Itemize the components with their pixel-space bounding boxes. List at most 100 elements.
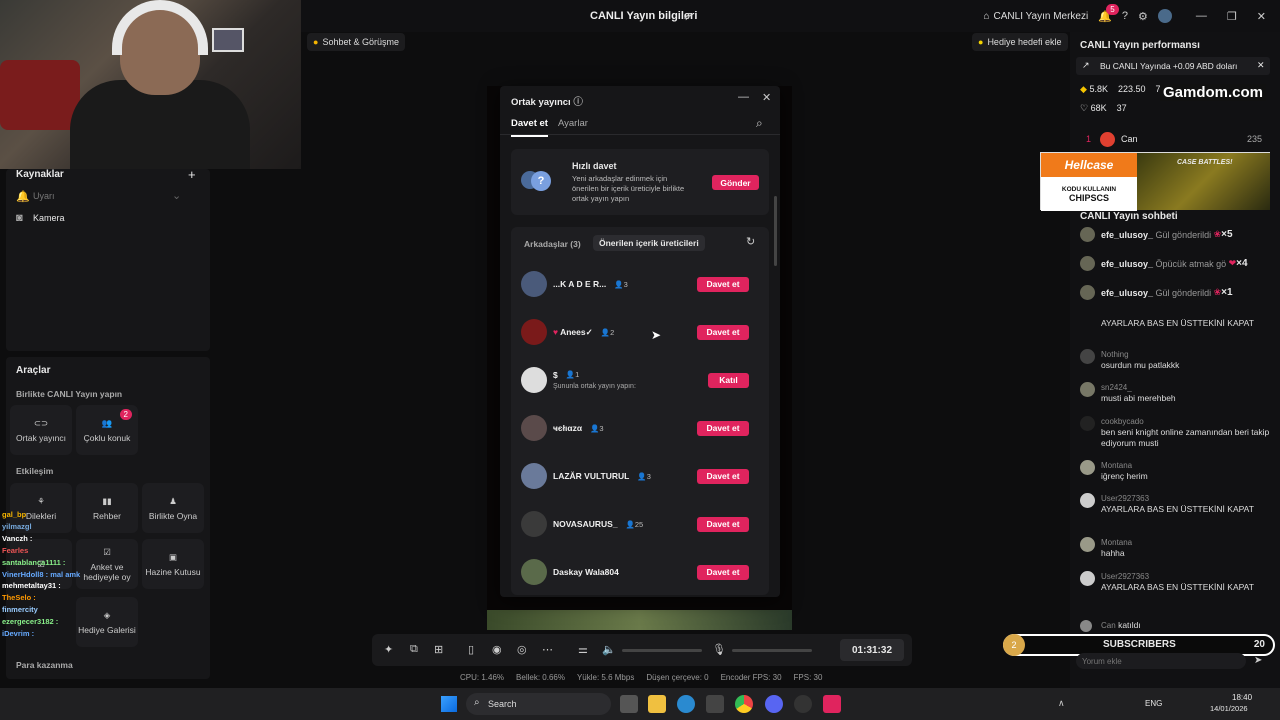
book-icon: ▮▮ [102, 495, 112, 506]
user-count: 👤3 [614, 279, 628, 289]
chevron-up-icon[interactable]: ∧ [1058, 698, 1065, 709]
gift-gallery-button[interactable]: ◈ Hediye Galerisi [76, 597, 138, 647]
app-icon[interactable] [794, 695, 812, 713]
source-alert[interactable]: Uyarı [33, 191, 55, 201]
invite-button[interactable]: Davet et [697, 468, 749, 484]
chat-message: Nothing osurdun mu patlakkk [1080, 349, 1270, 371]
chat-message: Montana hahha [1080, 537, 1270, 559]
treasure-box-button[interactable]: ▣ Hazine Kutusu [142, 539, 204, 589]
guide-button[interactable]: ▮▮ Rehber [76, 483, 138, 533]
chat-line: Fearles [2, 545, 29, 555]
search-icon[interactable]: ⌕ [756, 116, 763, 131]
earnings-banner: ↗ Bu CANLI Yayında +0.09 ABD doları ✕ [1076, 57, 1270, 75]
sliders-icon[interactable]: ⚌ [578, 643, 588, 656]
cohost-button[interactable]: ⊂⊃ Ortak yayıncı [10, 405, 72, 455]
invite-button[interactable]: Davet et [697, 324, 749, 340]
more-icon[interactable]: ⋯ [542, 643, 553, 656]
multi-badge: 2 [119, 409, 132, 420]
send-icon[interactable]: ➤ [1254, 655, 1262, 666]
scrollbar[interactable] [774, 196, 777, 266]
search-icon: ⌕ [474, 697, 480, 708]
chat-message: User2927363 AYARLARA BAS EN ÜSTTEKİNİ KAP… [1080, 493, 1270, 515]
layout-icon[interactable]: ⊞ [434, 643, 443, 656]
close-icon[interactable]: ✕ [762, 91, 771, 104]
join-button[interactable]: Katıl [708, 372, 749, 388]
rose-icon: ❀ [1213, 229, 1222, 239]
gift-goal-chip[interactable]: ● Hediye hedefi ekle [972, 33, 1068, 51]
webcam-feed [0, 0, 301, 169]
encoder-fps-stat: Encoder FPS: 30 [720, 673, 782, 682]
list-item: ...K A D E R... 👤3 Davet et [521, 269, 759, 299]
avatar [521, 367, 547, 393]
chat-line: santablanca1111 : [2, 557, 66, 567]
people-icon: 👥 [101, 417, 113, 428]
avatar[interactable] [1157, 9, 1172, 23]
invite-button[interactable]: Davet et [697, 420, 749, 436]
tools-title: Araçlar [16, 365, 51, 376]
magic-icon[interactable]: ✦ [384, 643, 393, 656]
live-center-button[interactable]: ⌂ CANLI Yayın Merkezi [983, 11, 1088, 22]
taskbar-search[interactable]: ⌕ Search [466, 693, 611, 715]
avatar [521, 559, 547, 585]
stats-bar: CPU: 1.46% Bellek: 0.66% Yükle: 5.6 Mbps… [460, 673, 822, 682]
stream-info-title[interactable]: CANLI Yayın bilgileri [590, 10, 697, 22]
discord-icon[interactable] [765, 695, 783, 713]
record-icon[interactable]: ◉ [492, 643, 502, 656]
user-count: 👤2 [600, 327, 615, 337]
multi-guest-button[interactable]: 👥 Çoklu konuk 2 [76, 405, 138, 455]
memory-stat: Bellek: 0.66% [516, 673, 565, 682]
bell-icon[interactable]: 🔔 5 [1098, 3, 1119, 23]
creator-list: Arkadaşlar (3) Önerilen içerik üreticile… [511, 227, 769, 595]
close-icon[interactable]: ✕ [1257, 10, 1266, 23]
phone-icon[interactable]: ▯ [468, 643, 474, 656]
chat-message: cookbycado ben seni knight online zamanın… [1080, 416, 1270, 449]
send-button[interactable]: Gönder [712, 175, 759, 190]
invite-button[interactable]: Davet et [697, 564, 749, 580]
store-icon[interactable] [706, 695, 724, 713]
chat-icon: ● [313, 37, 319, 47]
invite-button[interactable]: Davet et [697, 516, 749, 532]
chat-chip[interactable]: ● Sohbet & Görüşme [307, 33, 405, 51]
source-camera[interactable]: Kamera [33, 213, 65, 223]
poll-gift-button[interactable]: ☑ Anket ve hediyeyle oy [76, 539, 138, 589]
clock-date: 14/01/2026 [1210, 704, 1248, 713]
close-icon[interactable]: ✕ [1257, 60, 1265, 71]
mic-slider[interactable] [732, 649, 812, 652]
home-icon: ⌂ [983, 10, 990, 22]
tab-friends[interactable]: Arkadaşlar (3) [524, 239, 581, 249]
chrome-icon[interactable] [735, 695, 753, 713]
add-icon[interactable]: + [188, 167, 196, 182]
task-view-icon[interactable] [620, 695, 638, 713]
minimize-icon[interactable]: — [738, 91, 749, 103]
edge-icon[interactable] [677, 695, 695, 713]
section-title: Para kazanma [16, 660, 73, 670]
volume-slider[interactable] [622, 649, 702, 652]
minimize-icon[interactable]: — [1196, 10, 1207, 22]
comment-input[interactable] [1076, 653, 1246, 669]
share-icon[interactable]: ⇗ [683, 9, 694, 23]
explorer-icon[interactable] [648, 695, 666, 713]
heart-icon: ♡ [1080, 103, 1089, 113]
speaker-icon[interactable]: 🔈 [602, 643, 616, 656]
tiktok-live-icon[interactable] [823, 695, 841, 713]
mic-icon[interactable]: 🎙 [712, 643, 726, 656]
maximize-icon[interactable]: ❐ [1227, 10, 1237, 23]
chat-message: AYARLARA BAS EN ÜSTTEKİNİ KAPAT [1101, 318, 1254, 328]
chevron-down-icon[interactable]: ⌄ [172, 189, 181, 202]
play-together-button[interactable]: ♟ Birlikte Oyna [142, 483, 204, 533]
hellcase-ad: Hellcase KODU KULLANIN CHIPSCS CASE BATTL… [1040, 152, 1270, 211]
refresh-icon[interactable]: ↻ [746, 235, 755, 248]
dropped-frames-stat: Düşen çerçeve: 0 [646, 673, 709, 682]
dialog-title: Ortak yayıncı ⓘ [511, 97, 583, 108]
help-icon[interactable]: ? [1122, 10, 1128, 22]
effects-icon[interactable]: ⧉ [410, 643, 418, 656]
camera-settings-icon[interactable]: ◎ [517, 643, 527, 656]
gear-icon[interactable]: ⚙ [1138, 10, 1148, 23]
windows-start-icon[interactable] [441, 696, 457, 712]
info-icon[interactable]: ⓘ [573, 97, 583, 108]
language-indicator[interactable]: ENG [1145, 699, 1162, 708]
heart-icon: ♥ [553, 326, 559, 337]
invite-button[interactable]: Davet et [697, 276, 749, 292]
chat-message: Montana iğrenç herim [1080, 460, 1270, 482]
tab-suggested[interactable]: Önerilen içerik üreticileri [593, 235, 705, 251]
